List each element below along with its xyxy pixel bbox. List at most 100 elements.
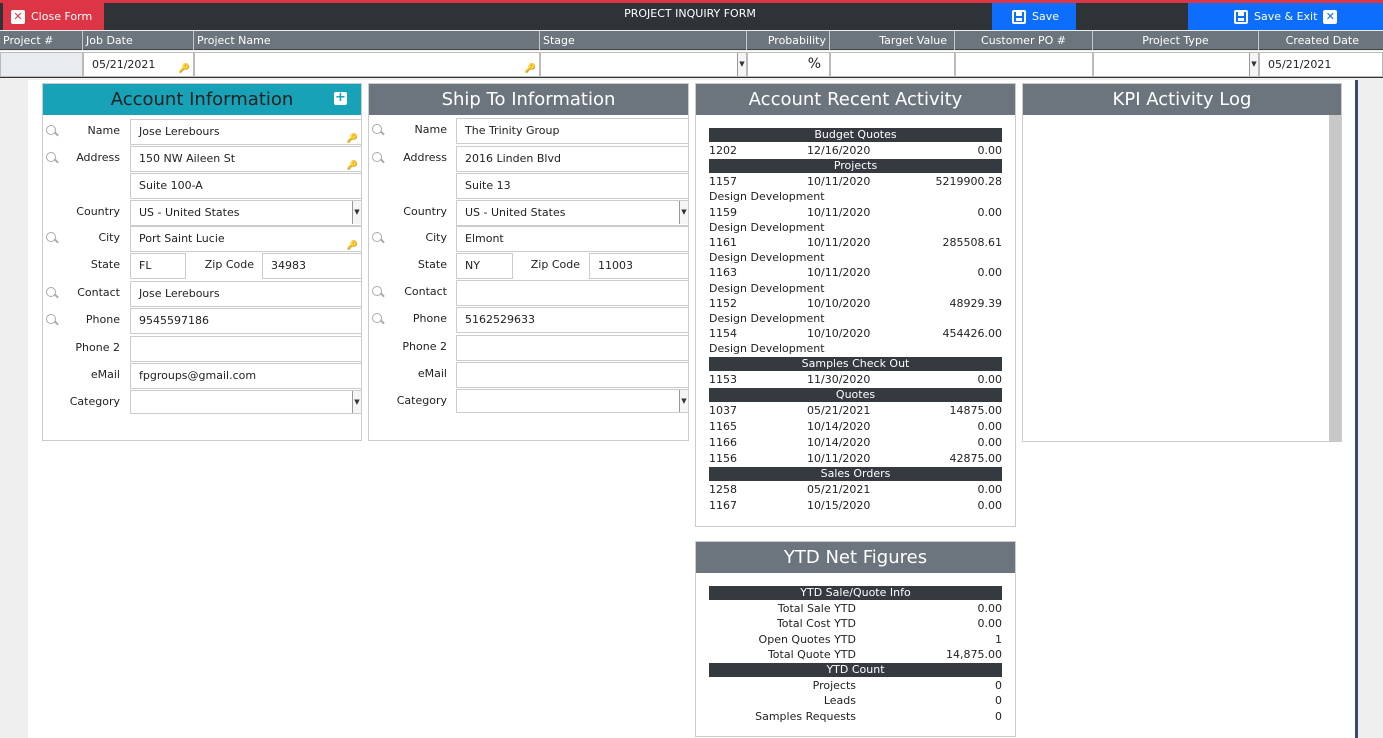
search-icon[interactable]: [46, 314, 58, 326]
search-icon[interactable]: [372, 313, 384, 325]
shipto-phone-field[interactable]: 5162529633: [456, 307, 689, 333]
close-form-label: Close Form: [31, 10, 93, 23]
email-label: eMail: [90, 368, 120, 381]
chevron-down-icon[interactable]: ▼: [737, 53, 746, 76]
shipto-state-field[interactable]: NY: [456, 253, 513, 279]
key-icon[interactable]: 🔑: [525, 58, 536, 81]
activity-stage: Design Development: [709, 312, 825, 325]
ytd-sale-quote-header: YTD Sale/Quote Info: [709, 586, 1002, 600]
table-row[interactable]: 1163 10/11/2020 0.00: [709, 265, 1002, 280]
account-information-header: Account Information +: [43, 84, 361, 115]
search-icon[interactable]: [46, 125, 58, 137]
account-information-title: Account Information: [110, 89, 294, 110]
account-state-field[interactable]: FL: [130, 253, 186, 279]
probability-field[interactable]: %: [747, 52, 830, 77]
activity-date: 10/14/2020: [807, 420, 871, 433]
search-icon[interactable]: [46, 287, 58, 299]
shipto-address2-field[interactable]: Suite 13: [456, 173, 689, 199]
chevron-down-icon[interactable]: ▼: [352, 201, 361, 224]
ytd-row: Total Cost YTD 0.00: [709, 616, 1002, 631]
activity-stage: Design Development: [709, 190, 825, 203]
account-recent-activity-panel: Account Recent Activity Budget Quotes 12…: [695, 83, 1016, 527]
chevron-down-icon[interactable]: ▼: [352, 391, 361, 413]
account-country-select[interactable]: US - United States ▼: [130, 200, 362, 226]
project-type-select[interactable]: ▼: [1093, 52, 1259, 77]
account-name-field[interactable]: Jose Lerebours 🔑: [130, 119, 362, 145]
shipto-contact-field[interactable]: [456, 280, 689, 306]
account-zip-field[interactable]: 34983: [262, 253, 362, 279]
table-row[interactable]: 1161 10/11/2020 285508.61: [709, 235, 1002, 250]
table-row[interactable]: 1258 05/21/2021 0.00: [709, 482, 1002, 497]
shipto-country-row: Country US - United States ▼: [369, 200, 689, 226]
job-date-field[interactable]: 05/21/2021 🔑: [83, 52, 194, 77]
ship-to-information-header: Ship To Information: [369, 84, 688, 115]
activity-amount: 42875.00: [949, 452, 1003, 465]
table-row[interactable]: 1152 10/10/2020 48929.39: [709, 296, 1002, 311]
table-row[interactable]: 1154 10/10/2020 454426.00: [709, 326, 1002, 341]
table-row[interactable]: 1157 10/11/2020 5219900.28: [709, 174, 1002, 189]
account-city-field[interactable]: Port Saint Lucie 🔑: [130, 226, 362, 252]
table-row[interactable]: 1202 12/16/2020 0.00: [709, 143, 1002, 158]
table-row[interactable]: 1159 10/11/2020 0.00: [709, 205, 1002, 220]
shipto-zip-field[interactable]: 11003: [589, 253, 689, 279]
key-icon[interactable]: 🔑: [347, 234, 358, 251]
ytd-label: Total Quote YTD: [767, 648, 856, 661]
search-icon[interactable]: [372, 152, 384, 164]
shipto-address1-field[interactable]: 2016 Linden Blvd: [456, 146, 689, 172]
account-address2-field[interactable]: Suite 100-A: [130, 173, 362, 199]
account-address1-field[interactable]: 150 NW Aileen St 🔑: [130, 146, 362, 172]
activity-amount: 14875.00: [949, 404, 1003, 417]
activity-id: 1202: [709, 144, 737, 157]
account-contact-field[interactable]: Jose Lerebours: [130, 281, 362, 307]
ytd-value: 0: [995, 710, 1002, 723]
account-category-select[interactable]: ▼: [130, 390, 362, 414]
shipto-phone2-row: Phone 2: [369, 335, 689, 361]
account-phone-field[interactable]: 9545597186: [130, 308, 362, 334]
stage-select[interactable]: ▼: [540, 52, 747, 77]
account-information-panel: Account Information + Name Jose Lerebour…: [42, 83, 362, 441]
add-icon[interactable]: +: [334, 91, 347, 105]
account-email-field[interactable]: fpgroups@gmail.com: [130, 363, 362, 389]
shipto-category-select[interactable]: ▼: [456, 389, 689, 413]
chevron-down-icon[interactable]: ▼: [679, 201, 688, 224]
activity-date: 10/11/2020: [807, 452, 871, 465]
shipto-phone2-field[interactable]: [456, 335, 689, 361]
chevron-down-icon[interactable]: ▼: [1249, 53, 1258, 76]
shipto-name-field[interactable]: The Trinity Group: [456, 118, 689, 144]
project-number-field[interactable]: [0, 52, 83, 77]
table-row[interactable]: 1153 11/30/2020 0.00: [709, 372, 1002, 387]
table-row[interactable]: 1167 10/15/2020 0.00: [709, 498, 1002, 513]
close-icon: ✕: [1323, 9, 1338, 24]
search-icon[interactable]: [46, 232, 58, 244]
customer-po-field[interactable]: [955, 52, 1093, 77]
table-row[interactable]: 1166 10/14/2020 0.00: [709, 435, 1002, 450]
shipto-email-field[interactable]: [456, 362, 689, 388]
target-value-field[interactable]: [830, 52, 955, 77]
search-icon[interactable]: [372, 232, 384, 244]
country-label: Country: [403, 205, 447, 218]
right-edge-border: [1355, 80, 1358, 738]
close-form-button[interactable]: ✕ Close Form: [3, 3, 104, 30]
chevron-down-icon[interactable]: ▼: [679, 390, 688, 412]
search-icon[interactable]: [372, 124, 384, 136]
country-label: Country: [76, 205, 120, 218]
account-phone2-field[interactable]: [130, 336, 362, 362]
project-name-field[interactable]: 🔑: [194, 52, 540, 77]
key-icon[interactable]: 🔑: [347, 154, 358, 171]
search-icon[interactable]: [46, 152, 58, 164]
activity-stage: Design Development: [709, 221, 825, 234]
activity-date: 10/11/2020: [807, 206, 871, 219]
shipto-country-select[interactable]: US - United States ▼: [456, 200, 689, 226]
save-button[interactable]: Save: [992, 3, 1076, 30]
search-icon[interactable]: [372, 286, 384, 298]
table-row[interactable]: 1156 10/11/2020 42875.00: [709, 451, 1002, 466]
table-row[interactable]: 1037 05/21/2021 14875.00: [709, 403, 1002, 418]
key-icon[interactable]: 🔑: [179, 58, 190, 81]
save-exit-button[interactable]: Save & Exit ✕: [1188, 3, 1383, 30]
table-row[interactable]: 1165 10/14/2020 0.00: [709, 419, 1002, 434]
activity-id: 1152: [709, 297, 737, 310]
kpi-scrollbar[interactable]: [1329, 115, 1341, 442]
key-icon[interactable]: 🔑: [347, 127, 358, 144]
shipto-city-field[interactable]: Elmont: [456, 226, 689, 252]
created-date-field[interactable]: 05/21/2021: [1259, 52, 1383, 77]
